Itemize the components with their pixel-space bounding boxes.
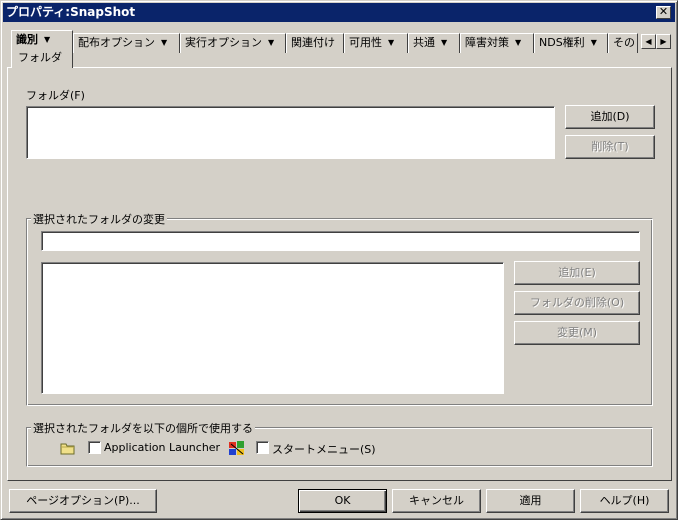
tab-label: その [613,36,635,49]
apply-button[interactable]: 適用 [486,489,575,513]
tab-label: 共通 [413,36,435,49]
use-folder-group-title: 選択されたフォルダを以下の個所で使用する [31,420,255,436]
tab-label: 実行オプション [185,36,262,49]
properties-dialog: プロパティ:SnapShot ✕ 識別 ▼ フォルダ 配布オプション ▼ 実行オプシ… [0,0,678,520]
tab-panel: フォルダ(F) 追加(D) 削除(T) 選択されたフォルダの変更 追加(E) フ… [7,67,672,481]
folder-delete-button[interactable]: 削除(T) [565,135,655,159]
app-launcher-label: Application Launcher [104,441,221,454]
tab-strip: 識別 ▼ フォルダ 配布オプション ▼ 実行オプション ▼ 関連付け 可用性 ▼ 共通 ▼… [7,30,671,68]
tab-dropdown-icon: ▼ [268,38,275,47]
use-folder-group: 選択されたフォルダを以下の個所で使用する Application Launche… [26,420,653,467]
folder-label: フォルダ(F) [26,89,85,102]
tab-identification[interactable]: 識別 ▼ フォルダ [11,30,73,68]
folder-add-button[interactable]: 追加(D) [565,105,655,129]
app-launcher-checkbox[interactable] [88,441,101,454]
tab-dropdown-icon: ▼ [44,35,51,44]
tab-availability[interactable]: 可用性 ▼ [344,33,408,53]
folder-remove-button[interactable]: フォルダの削除(O) [514,291,640,315]
tab-scroll-left-button[interactable]: ◀ [641,34,656,49]
page-options-button[interactable]: ページオプション(P)... [9,489,157,513]
tab-label: NDS権利 [539,36,585,49]
window-title: プロパティ:SnapShot [6,5,136,19]
tab-associations[interactable]: 関連付け [286,33,344,53]
folder-change-button[interactable]: 変更(M) [514,321,640,345]
tab-nds-rights[interactable]: NDS権利 ▼ [534,33,608,53]
start-menu-checkbox[interactable] [256,441,269,454]
tab-label: 識別 [16,33,38,46]
tab-scroll-right-button[interactable]: ▶ [656,34,671,49]
folder-name-input[interactable] [41,231,640,251]
folder-list[interactable] [26,106,555,159]
arrow-right-icon: ▶ [660,37,667,46]
tab-label: 可用性 [349,36,382,49]
tab-distribution-options[interactable]: 配布オプション ▼ [73,33,180,53]
start-menu-icon [229,441,244,455]
help-button[interactable]: ヘルプ(H) [580,489,669,513]
tab-dropdown-icon: ▼ [388,38,395,47]
close-button[interactable]: ✕ [656,6,671,19]
tab-dropdown-icon: ▼ [441,38,448,47]
ok-button[interactable]: OK [298,489,387,513]
subfolder-add-button[interactable]: 追加(E) [514,261,640,285]
cancel-button[interactable]: キャンセル [392,489,481,513]
tab-common[interactable]: 共通 ▼ [408,33,460,53]
tab-dropdown-icon: ▼ [590,38,597,47]
tab-run-options[interactable]: 実行オプション ▼ [180,33,286,53]
modify-folder-group-title: 選択されたフォルダの変更 [31,211,167,227]
tab-dropdown-icon: ▼ [161,38,168,47]
modify-folder-group: 選択されたフォルダの変更 追加(E) フォルダの削除(O) 変更(M) [26,211,653,406]
title-bar: プロパティ:SnapShot ✕ [3,3,675,22]
subfolder-list[interactable] [41,262,504,394]
start-menu-label: スタートメニュー(S) [272,443,376,456]
tab-dropdown-icon: ▼ [515,38,522,47]
tab-label: 配布オプション [78,36,155,49]
tab-label: 障害対策 [465,36,509,49]
close-icon: ✕ [658,5,669,18]
arrow-left-icon: ◀ [645,37,652,46]
tab-subpage-folder[interactable]: フォルダ [18,49,62,67]
tab-other[interactable]: その [608,33,638,53]
tab-label: 関連付け [291,36,335,49]
folder-icon [60,443,75,455]
tab-fault-tolerance[interactable]: 障害対策 ▼ [460,33,534,53]
